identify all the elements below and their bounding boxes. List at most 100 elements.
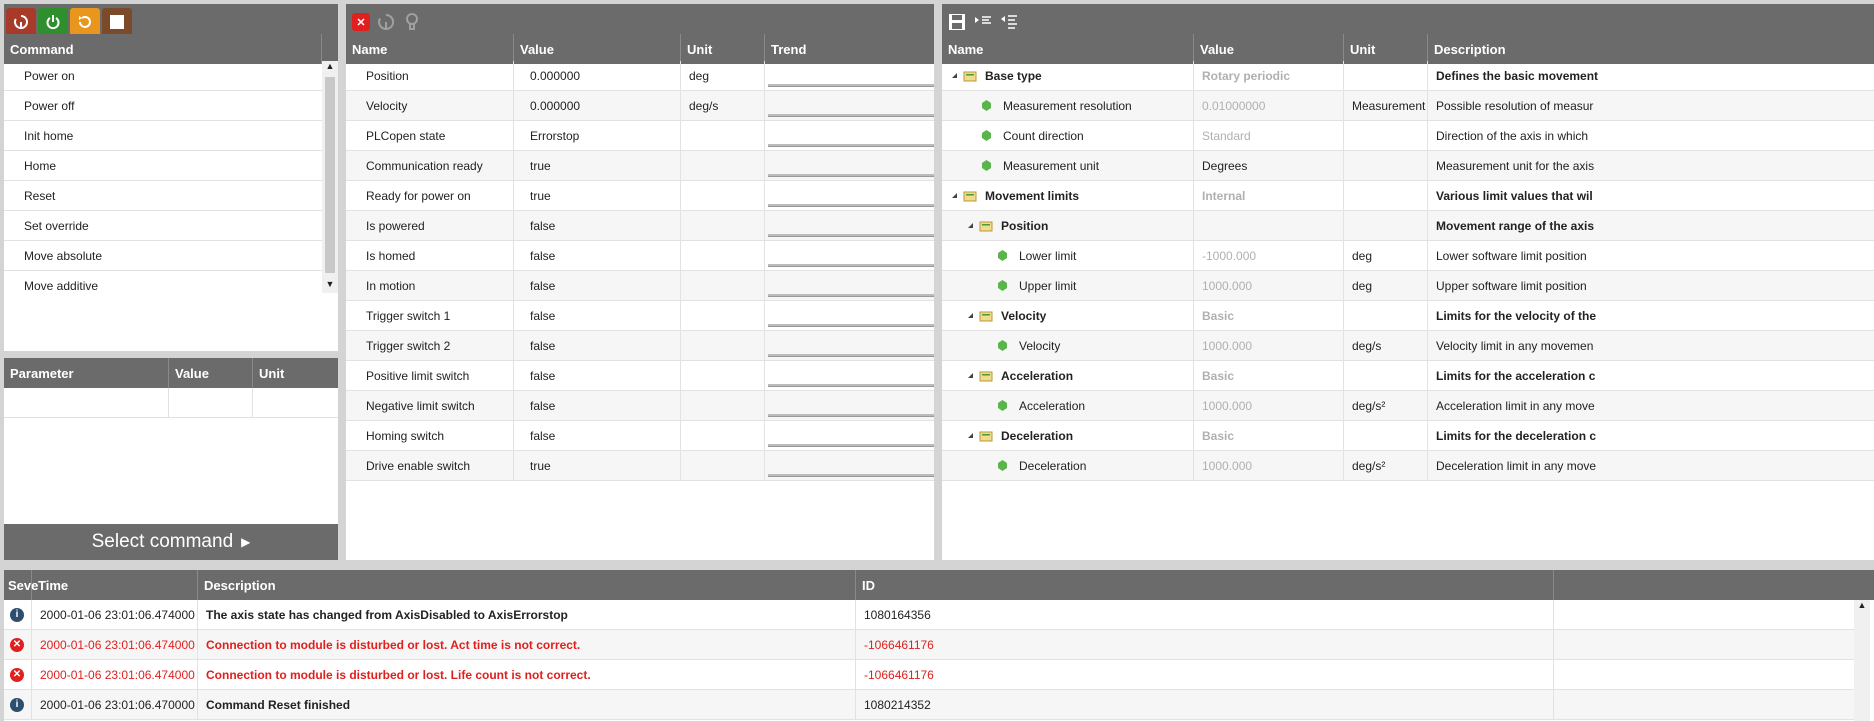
restart-icon (14, 15, 28, 29)
config-group-row[interactable]: Acceleration Basic Limits for the accelera… (942, 361, 1874, 391)
config-group-row[interactable]: Base type Rotary periodic Defines the basi… (942, 61, 1874, 91)
config-description: Acceleration limit in any move (1436, 398, 1595, 413)
trend-sparkline (768, 96, 934, 116)
config-group-row[interactable]: Position Movement range of the axis (942, 211, 1874, 241)
command-item[interactable]: Reset (4, 181, 322, 211)
monitor-row[interactable]: Ready for power on true (346, 181, 934, 211)
config-item-row[interactable]: Velocity 1000.000 deg/s Velocity limit in a… (942, 331, 1874, 361)
config-item-row[interactable]: Acceleration 1000.000 deg/s² Acceleration l… (942, 391, 1874, 421)
description-column-header: Description (198, 570, 856, 600)
parameter-header: Parameter Value Unit (4, 358, 338, 388)
expander-icon[interactable] (952, 73, 957, 78)
config-group-row[interactable]: Deceleration Basic Limits for the decelera… (942, 421, 1874, 451)
monitor-name: Drive enable switch (366, 458, 471, 473)
monitor-row[interactable]: Is homed false (346, 241, 934, 271)
reset-button[interactable] (70, 8, 100, 36)
config-group-row[interactable]: Movement limits Internal Various limit val… (942, 181, 1874, 211)
monitor-row[interactable]: In motion false (346, 271, 934, 301)
folder-icon (979, 370, 993, 382)
play-icon: ▶ (241, 535, 251, 549)
monitor-row[interactable]: Position 0.000000 deg (346, 61, 934, 91)
config-item-row[interactable]: Measurement resolution 0.01000000 Measurem… (942, 91, 1874, 121)
log-scrollbar[interactable]: ▲ (1854, 600, 1870, 721)
monitor-name: Trigger switch 2 (366, 338, 451, 353)
config-group-row[interactable]: Velocity Basic Limits for the velocity of … (942, 301, 1874, 331)
collapse-all-icon[interactable] (1000, 14, 1018, 30)
config-name: Position (1001, 218, 1049, 233)
config-unit: deg/s² (1352, 398, 1386, 413)
command-item[interactable]: Set override (4, 211, 322, 241)
trend-sparkline (768, 216, 934, 236)
config-description: Limits for the deceleration c (1436, 428, 1597, 443)
scroll-up-icon[interactable]: ▲ (322, 61, 338, 75)
command-item[interactable]: Home (4, 151, 322, 181)
config-unit: deg/s² (1352, 458, 1386, 473)
monitor-row[interactable]: Is powered false (346, 211, 934, 241)
log-row[interactable]: ✕ 2000-01-06 23:01:06.474000 Connection to… (4, 630, 1854, 660)
log-id: -1066461176 (864, 637, 934, 652)
config-item-row[interactable]: Lower limit -1000.000 deg Lower software li… (942, 241, 1874, 271)
restart-button[interactable] (6, 8, 36, 36)
monitor-row[interactable]: Trigger switch 2 false (346, 331, 934, 361)
command-item[interactable]: Power on (4, 61, 322, 91)
parameter-icon (998, 280, 1007, 291)
scroll-up-icon[interactable]: ▲ (1854, 600, 1870, 614)
config-name: Lower limit (1019, 248, 1077, 263)
config-value: 1000.000 (1202, 338, 1253, 353)
config-value: Basic (1202, 368, 1235, 383)
command-item[interactable]: Move absolute (4, 241, 322, 271)
restart-icon[interactable] (376, 12, 396, 32)
config-item-row[interactable]: Deceleration 1000.000 deg/s² Deceleration l… (942, 451, 1874, 481)
stop-button[interactable] (102, 8, 132, 36)
parameter-empty-row[interactable] (4, 388, 338, 418)
config-item-row[interactable]: Count direction Standard Direction of the … (942, 121, 1874, 151)
config-item-row[interactable]: Upper limit 1000.000 deg Upper software lim… (942, 271, 1874, 301)
monitor-name: PLCopen state (366, 128, 446, 143)
expand-all-icon[interactable] (974, 15, 992, 29)
config-value: Standard (1202, 128, 1251, 143)
error-icon[interactable]: ✕ (352, 13, 370, 31)
monitor-list: Position 0.000000 deg Velocity 0.000000 deg/s… (346, 61, 934, 481)
monitor-row[interactable]: Drive enable switch true (346, 451, 934, 481)
trend-sparkline (768, 246, 934, 266)
log-id: -1066461176 (864, 667, 934, 682)
monitor-row[interactable]: Trigger switch 1 false (346, 301, 934, 331)
expander-icon[interactable] (968, 313, 973, 318)
unit-column-header: Unit (259, 365, 285, 381)
monitor-value: false (530, 308, 556, 323)
monitor-row[interactable]: Negative limit switch false (346, 391, 934, 421)
command-label: Power on (24, 68, 75, 83)
bulb-icon[interactable] (402, 12, 422, 32)
command-item[interactable]: Move additive (4, 271, 322, 293)
command-scrollbar[interactable]: ▲ ▼ (322, 61, 338, 293)
command-label: Move absolute (24, 248, 103, 263)
monitor-row[interactable]: Velocity 0.000000 deg/s (346, 91, 934, 121)
config-item-row[interactable]: Measurement unit Degrees Measurement unit … (942, 151, 1874, 181)
log-row[interactable]: ✕ 2000-01-06 23:01:06.474000 Connection to… (4, 660, 1854, 690)
save-icon[interactable] (948, 13, 966, 31)
log-row[interactable]: i 2000-01-06 23:01:06.474000 The axis stat… (4, 600, 1854, 630)
expander-icon[interactable] (968, 433, 973, 438)
select-command-button[interactable]: Select command ▶ (4, 524, 338, 560)
expander-icon[interactable] (968, 223, 973, 228)
monitor-row[interactable]: Homing switch false (346, 421, 934, 451)
log-row[interactable]: i 2000-01-06 23:01:06.470000 Command Reset… (4, 690, 1854, 720)
command-item[interactable]: Init home (4, 121, 322, 151)
parameter-panel: Parameter Value Unit Select command ▶ (4, 358, 338, 560)
monitor-value: false (530, 278, 556, 293)
monitor-row[interactable]: PLCopen state Errorstop (346, 121, 934, 151)
config-value: -1000.000 (1202, 248, 1257, 263)
expander-icon[interactable] (968, 373, 973, 378)
monitor-row[interactable]: Communication ready true (346, 151, 934, 181)
config-name: Count direction (1003, 128, 1084, 143)
trend-column-header: Trend (771, 41, 807, 57)
scroll-down-icon[interactable]: ▼ (322, 279, 338, 293)
monitor-unit: deg/s (689, 98, 719, 113)
command-item[interactable]: Power off (4, 91, 322, 121)
expander-icon[interactable] (952, 193, 957, 198)
folder-icon (979, 310, 993, 322)
config-description: Movement range of the axis (1436, 218, 1595, 233)
scroll-thumb[interactable] (325, 77, 335, 273)
monitor-row[interactable]: Positive limit switch false (346, 361, 934, 391)
power-button[interactable] (38, 8, 68, 36)
